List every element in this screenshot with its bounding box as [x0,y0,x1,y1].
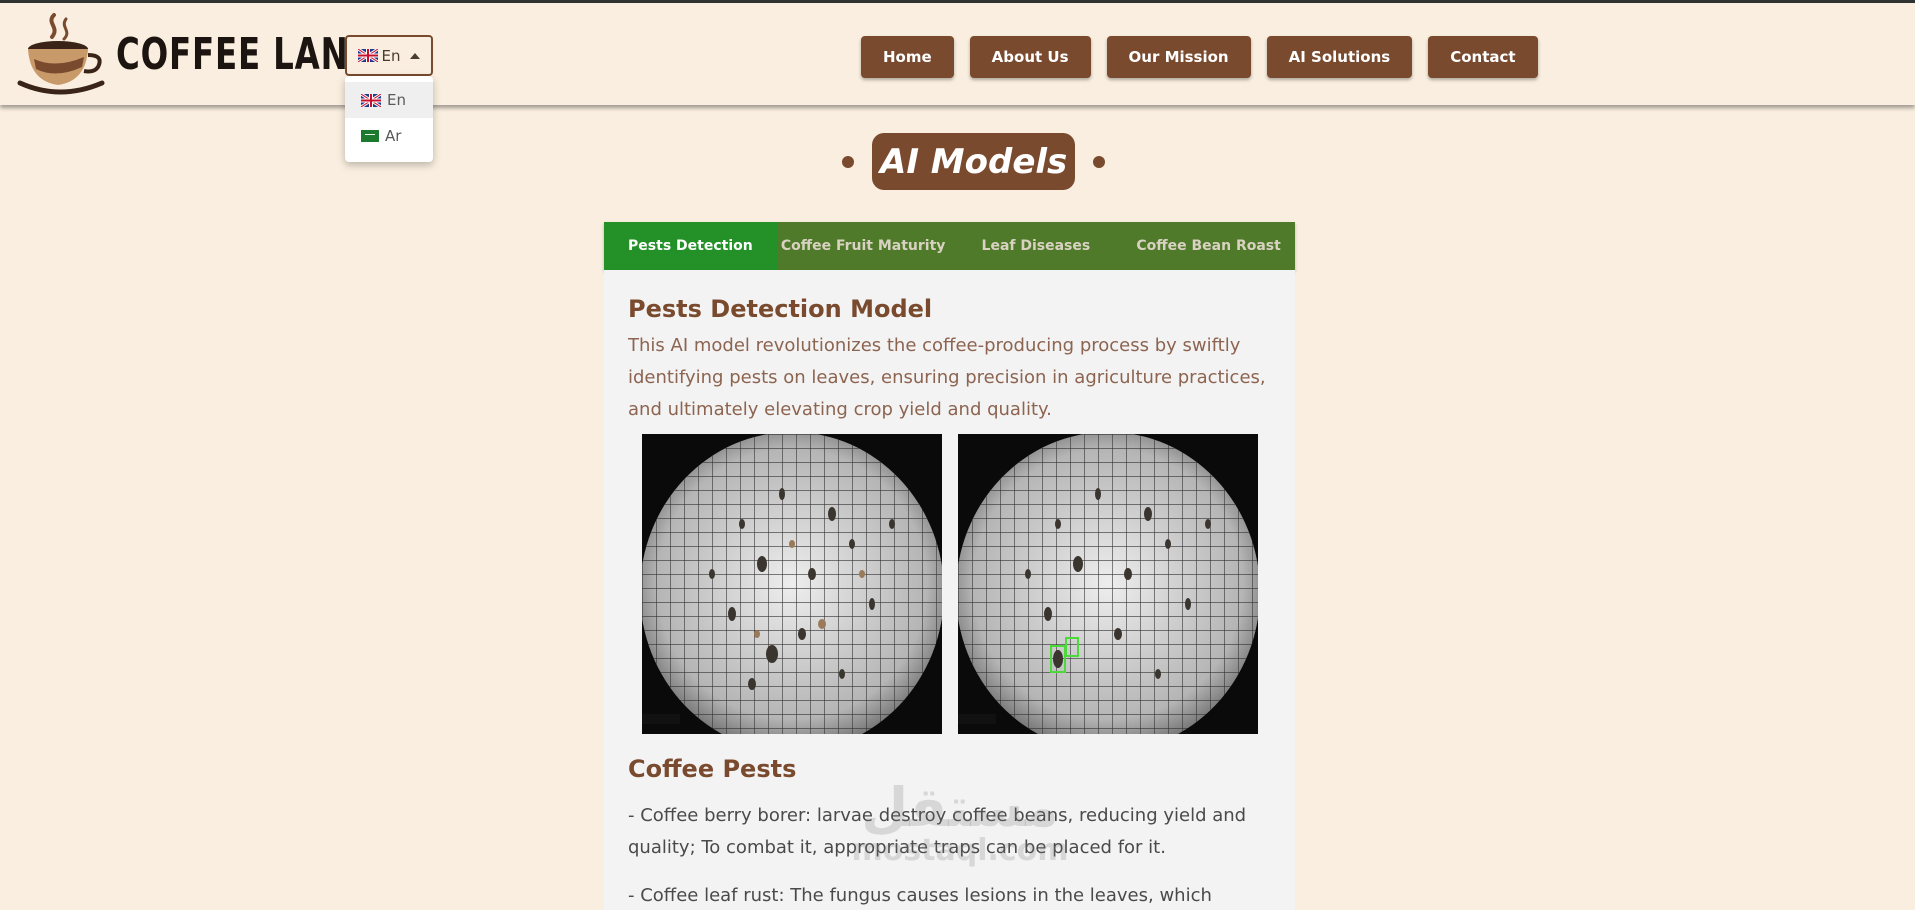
model-description: This AI model revolutionizes the coffee-… [628,335,1266,420]
brand-name[interactable]: COFFEE LAND [116,31,376,79]
dot-left-icon [842,155,854,168]
uk-flag-icon [357,49,378,62]
nav-ai-solutions-button[interactable]: AI Solutions [1266,36,1413,78]
tab-coffee-bean-roast[interactable]: Coffee Bean Roast [1122,222,1295,270]
caret-up-icon [410,52,421,59]
language-option-label: Ar [385,127,402,145]
model-tabs: Pests Detection Coffee Fruit Maturity Le… [604,222,1295,270]
pest-trap-original-image [642,434,942,734]
pests-title: Coffee Pests [628,755,797,783]
language-toggle[interactable]: En [345,35,433,76]
main-nav: Home About Us Our Mission AI Solutions C… [861,36,1538,78]
tab-leaf-diseases[interactable]: Leaf Diseases [950,222,1123,270]
language-current-label: En [381,46,401,65]
pest-trap-detected-image [958,434,1258,734]
uk-flag-icon [361,93,381,107]
language-option-label: En [387,91,406,109]
model-content-card: Pests Detection Model This AI model revo… [604,270,1295,910]
pest-images [628,434,1271,734]
language-option-en[interactable]: En [345,82,433,118]
language-option-ar[interactable]: Ar [345,118,433,154]
tab-pests-detection[interactable]: Pests Detection [604,222,777,270]
nav-mission-button[interactable]: Our Mission [1106,36,1251,78]
coffee-cup-logo-icon[interactable] [16,9,106,101]
nav-contact-button[interactable]: Contact [1428,36,1538,78]
model-title: Pests Detection Model [628,295,933,323]
saudi-flag-icon [361,130,379,142]
section-heading: AI Models [842,133,1106,190]
pest-item: - Coffee leaf rust: The fungus causes le… [628,885,1212,906]
site-header: COFFEE LAND En Home About Us Our Mission… [0,3,1915,105]
nav-home-button[interactable]: Home [861,36,954,78]
tab-coffee-fruit-maturity[interactable]: Coffee Fruit Maturity [777,222,950,270]
section-title: AI Models [872,133,1076,190]
pest-item: - Coffee berry borer: larvae destroy cof… [628,805,1247,858]
nav-about-button[interactable]: About Us [969,36,1091,78]
language-dropdown: En Ar [345,76,433,162]
dot-right-icon [1093,155,1106,168]
